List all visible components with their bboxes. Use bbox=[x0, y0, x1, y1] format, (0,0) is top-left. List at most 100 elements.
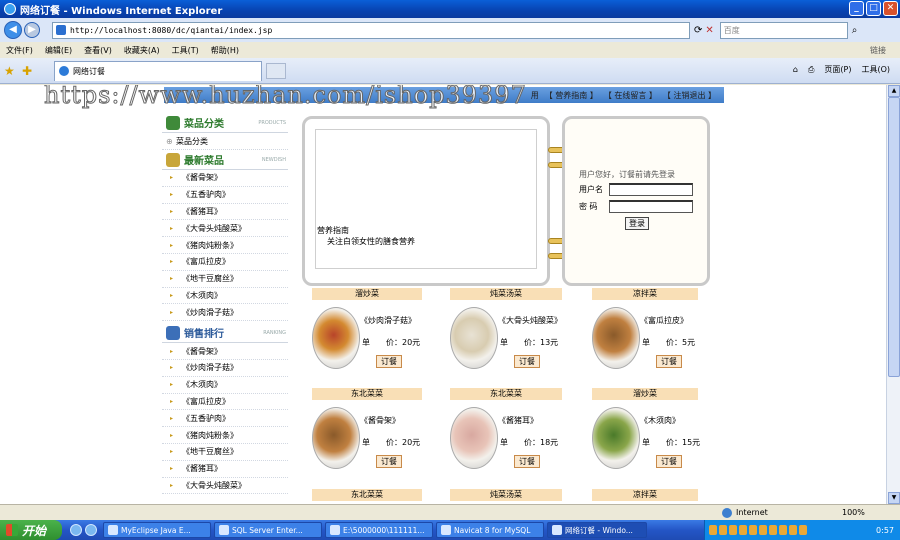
category-title: 菜品分类 bbox=[184, 119, 224, 130]
tray-icon[interactable] bbox=[759, 525, 767, 535]
order-button[interactable]: 订餐 bbox=[656, 355, 682, 368]
list-item[interactable]: ▸ 《炒肉滑子菇》 bbox=[162, 360, 288, 377]
tab-bar: ★ ✚ 网络订餐 bbox=[0, 58, 900, 84]
list-item[interactable]: ▸ 《地干豆腐丝》 bbox=[162, 444, 288, 461]
back-button[interactable]: ◀ bbox=[4, 21, 22, 39]
tray-icon[interactable] bbox=[799, 525, 807, 535]
tray-icon[interactable] bbox=[749, 525, 757, 535]
tray-icon[interactable] bbox=[719, 525, 727, 535]
task-sqlserver[interactable]: SQL Server Enter... bbox=[214, 522, 322, 538]
close-button[interactable]: ✕ bbox=[883, 1, 898, 16]
bullet-icon: ▸ bbox=[170, 174, 174, 182]
list-item-label: 《猪肉炖粉条》 bbox=[182, 430, 238, 440]
dish-image[interactable] bbox=[450, 307, 498, 369]
add-favorite-icon[interactable]: ✚ bbox=[22, 64, 36, 78]
tray-icon[interactable] bbox=[739, 525, 747, 535]
tab-current[interactable]: 网络订餐 bbox=[54, 60, 262, 81]
home-icon[interactable]: ⌂ bbox=[793, 65, 798, 74]
tray-icon[interactable] bbox=[779, 525, 787, 535]
address-field[interactable]: http://localhost:8080/dc/qiantai/index.j… bbox=[52, 21, 690, 39]
forward-button[interactable]: ▶ bbox=[24, 22, 40, 38]
dish-name[interactable]: 《炒肉滑子菇》 bbox=[360, 315, 416, 326]
list-item[interactable]: ▸ 《木须肉》 bbox=[162, 377, 288, 394]
tray-icon[interactable] bbox=[769, 525, 777, 535]
dish-image[interactable] bbox=[312, 307, 360, 369]
links-label[interactable]: 链接 bbox=[870, 45, 886, 56]
new-dishes-title: 最新菜品 bbox=[184, 156, 224, 167]
order-button[interactable]: 订餐 bbox=[514, 455, 540, 468]
minimize-button[interactable]: _ bbox=[849, 1, 864, 16]
password-input[interactable] bbox=[609, 200, 693, 213]
category-link[interactable]: ⊕ 菜品分类 bbox=[162, 133, 288, 150]
web-viewport: 用 【 营养指南 】 【 在线留言 】 【 注销退出 】 https://www… bbox=[0, 85, 886, 504]
nav-item-logout[interactable]: 【 注销退出 】 bbox=[663, 90, 716, 101]
list-item[interactable]: ▸ 《五香驴肉》 bbox=[162, 187, 288, 204]
search-icon[interactable]: ⌕ bbox=[852, 25, 858, 36]
task-ie[interactable]: 网络订餐 - Windo... bbox=[547, 522, 647, 538]
dish-image[interactable] bbox=[592, 307, 640, 369]
tray-icon[interactable] bbox=[789, 525, 797, 535]
vertical-scrollbar[interactable]: ▲ ▼ bbox=[886, 85, 900, 504]
new-tab-button[interactable] bbox=[266, 62, 286, 79]
maximize-button[interactable]: □ bbox=[866, 1, 881, 16]
zoom-level[interactable]: 100% bbox=[842, 508, 865, 517]
task-navicat[interactable]: Navicat 8 for MySQL bbox=[436, 522, 544, 538]
stop-icon[interactable]: ✕ bbox=[705, 25, 713, 36]
guide-text[interactable]: 关注白领女性的膳食营养 bbox=[317, 236, 415, 247]
task-explorer[interactable]: E:\5000000\111111... bbox=[325, 522, 433, 538]
menu-edit[interactable]: 编辑(E) bbox=[45, 45, 72, 56]
dish-image[interactable] bbox=[312, 407, 360, 469]
order-button[interactable]: 订餐 bbox=[656, 455, 682, 468]
dish-name[interactable]: 《大骨头炖酸菜》 bbox=[498, 315, 562, 326]
dish-name[interactable]: 《木须肉》 bbox=[640, 415, 680, 426]
task-myeclipse[interactable]: MyEclipse Java E... bbox=[103, 522, 211, 538]
start-button[interactable]: 开始 bbox=[0, 520, 62, 540]
search-input[interactable]: 百度 bbox=[719, 21, 848, 39]
login-button[interactable]: 登录 bbox=[625, 217, 649, 230]
ie-quicklaunch-icon[interactable] bbox=[70, 524, 82, 536]
nav-item-message[interactable]: 【 在线留言 】 bbox=[604, 90, 657, 101]
list-item[interactable]: ▸ 《地干豆腐丝》 bbox=[162, 271, 288, 288]
list-item[interactable]: ▸ 《富瓜拉皮》 bbox=[162, 254, 288, 271]
list-item[interactable]: ▸ 《炒肉滑子菇》 bbox=[162, 304, 288, 322]
list-item[interactable]: ▸ 《酱骨架》 bbox=[162, 343, 288, 360]
tray-icon[interactable] bbox=[729, 525, 737, 535]
order-button[interactable]: 订餐 bbox=[376, 455, 402, 468]
username-input[interactable] bbox=[609, 183, 693, 196]
scroll-down-icon[interactable]: ▼ bbox=[888, 492, 900, 504]
order-button[interactable]: 订餐 bbox=[376, 355, 402, 368]
menu-favorites[interactable]: 收藏夹(A) bbox=[124, 45, 160, 56]
list-item[interactable]: ▸ 《酱骨架》 bbox=[162, 170, 288, 187]
nav-item-guide[interactable]: 【 营养指南 】 bbox=[545, 90, 598, 101]
list-item[interactable]: ▸ 《猪肉炖粉条》 bbox=[162, 427, 288, 444]
scroll-up-icon[interactable]: ▲ bbox=[888, 85, 900, 97]
list-item[interactable]: ▸ 《木须肉》 bbox=[162, 288, 288, 305]
page-menu[interactable]: 页面(P) bbox=[824, 64, 851, 75]
tray-icon[interactable] bbox=[709, 525, 717, 535]
list-item[interactable]: ▸ 《猪肉炖粉条》 bbox=[162, 237, 288, 254]
list-item[interactable]: ▸ 《酱猪耳》 bbox=[162, 461, 288, 478]
list-item[interactable]: ▸ 《大骨头炖酸菜》 bbox=[162, 220, 288, 238]
favorites-star-icon[interactable]: ★ bbox=[4, 64, 18, 78]
order-button[interactable]: 订餐 bbox=[514, 355, 540, 368]
dish-name[interactable]: 《酱骨架》 bbox=[360, 415, 400, 426]
dish-image[interactable] bbox=[450, 407, 498, 469]
menu-file[interactable]: 文件(F) bbox=[6, 45, 33, 56]
dish-name[interactable]: 《富瓜拉皮》 bbox=[640, 315, 688, 326]
print-icon[interactable]: ⎙ bbox=[808, 65, 814, 75]
list-item[interactable]: ▸ 《富瓜拉皮》 bbox=[162, 394, 288, 411]
list-item[interactable]: ▸ 《酱猪耳》 bbox=[162, 204, 288, 221]
refresh-icon[interactable]: ⟳ bbox=[694, 25, 702, 36]
list-item-label: 《五香驴肉》 bbox=[182, 413, 230, 423]
scroll-thumb[interactable] bbox=[888, 97, 900, 377]
menu-view[interactable]: 查看(V) bbox=[84, 45, 112, 56]
menu-help[interactable]: 帮助(H) bbox=[211, 45, 239, 56]
dish-name[interactable]: 《酱猪耳》 bbox=[498, 415, 538, 426]
list-item[interactable]: ▸ 《大骨头炖酸菜》 bbox=[162, 478, 288, 495]
tools-menu[interactable]: 工具(O) bbox=[861, 64, 890, 75]
nav-item-user[interactable]: 用 bbox=[531, 90, 539, 101]
ie-quicklaunch-icon[interactable] bbox=[85, 524, 97, 536]
menu-tools[interactable]: 工具(T) bbox=[172, 45, 199, 56]
dish-image[interactable] bbox=[592, 407, 640, 469]
list-item[interactable]: ▸ 《五香驴肉》 bbox=[162, 410, 288, 428]
